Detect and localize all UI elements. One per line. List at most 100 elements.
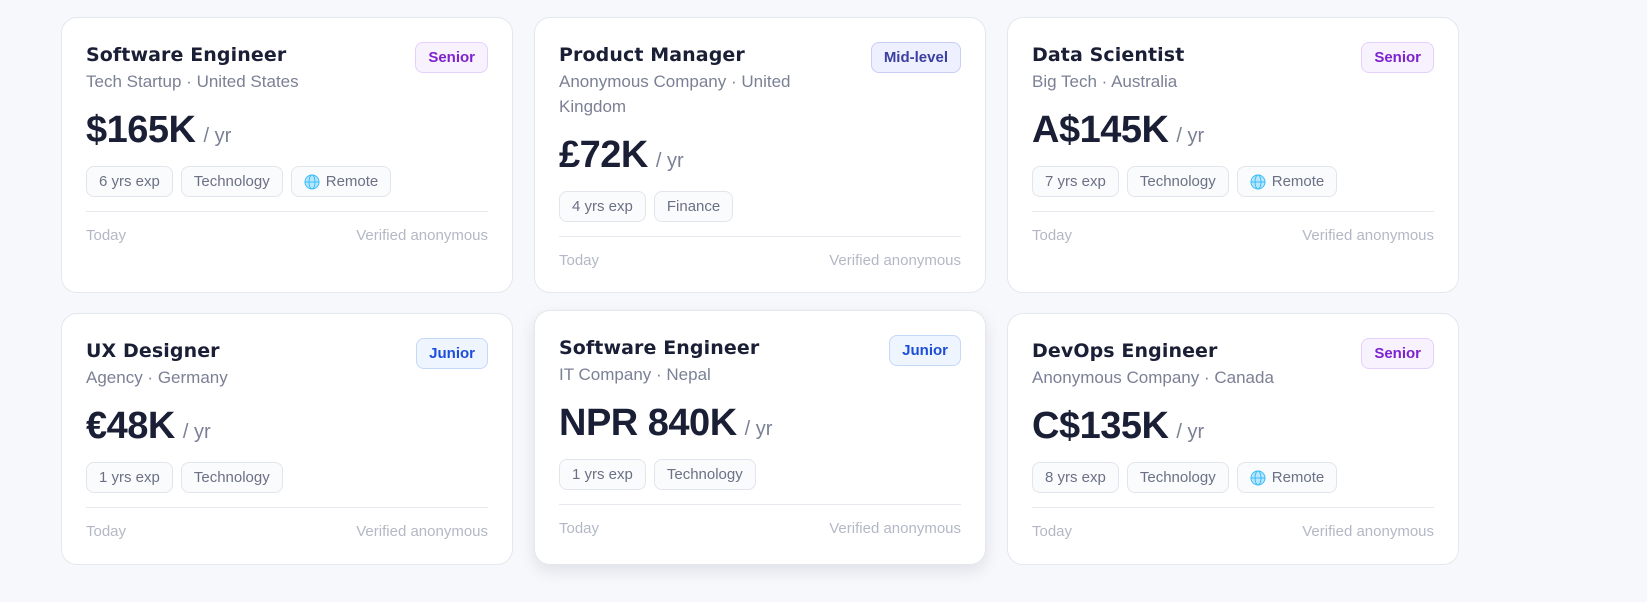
company-name: Agency xyxy=(86,368,143,387)
card-footer: Today Verified anonymous xyxy=(86,508,488,564)
location: Nepal xyxy=(666,365,711,384)
verified-label: Verified anonymous xyxy=(1302,227,1434,244)
tag-list: 6 yrs exp Technology Remote xyxy=(86,166,488,197)
globe-icon xyxy=(1250,470,1266,485)
card-footer: Today Verified anonymous xyxy=(86,212,488,291)
salary-row: C$135K / yr xyxy=(1032,404,1434,448)
experience-tag: 1 yrs exp xyxy=(559,459,646,490)
salary-card[interactable]: UX Designer Agency · Germany Junior €48K… xyxy=(61,313,513,565)
posted-date: Today xyxy=(1032,523,1073,540)
level-badge: Junior xyxy=(416,338,488,369)
experience-tag: 7 yrs exp xyxy=(1032,166,1119,197)
salary-card-hovered[interactable]: Software Engineer IT Company · Nepal Jun… xyxy=(534,310,986,565)
job-title: Data Scientist xyxy=(1032,44,1185,66)
remote-label: Remote xyxy=(1271,469,1325,486)
salary-grid: Software Engineer Tech Startup · United … xyxy=(61,17,1459,565)
industry-tag: Finance xyxy=(653,191,734,222)
remote-tag: Remote xyxy=(1236,166,1338,197)
globe-icon xyxy=(1250,174,1266,189)
salary-amount: $165K xyxy=(86,109,196,151)
salary-period: / yr xyxy=(203,125,232,147)
industry-tag: Technology xyxy=(653,459,756,490)
tag-list: 1 yrs exp Technology xyxy=(559,459,961,490)
remote-label: Remote xyxy=(1271,173,1325,190)
globe-icon xyxy=(304,174,320,189)
company-location: Big Tech · Australia xyxy=(1032,72,1178,91)
remote-tag: Remote xyxy=(1236,462,1338,493)
salary-row: $165K / yr xyxy=(86,108,488,152)
card-heading: Software Engineer IT Company · Nepal xyxy=(559,335,759,387)
card-footer: Today Verified anonymous xyxy=(559,237,961,292)
job-title: UX Designer xyxy=(86,340,220,362)
salary-period: / yr xyxy=(1176,421,1205,443)
card-heading: Data Scientist Big Tech · Australia xyxy=(1032,42,1184,94)
verified-label: Verified anonymous xyxy=(829,520,961,537)
job-title: Software Engineer xyxy=(559,337,760,359)
level-badge: Senior xyxy=(1361,338,1434,369)
card-header: DevOps Engineer Anonymous Company · Cana… xyxy=(1032,338,1434,390)
level-badge: Junior xyxy=(889,335,961,366)
location: Canada xyxy=(1214,368,1274,387)
company-name: Tech Startup xyxy=(86,72,182,91)
posted-date: Today xyxy=(559,252,600,269)
salary-period: / yr xyxy=(182,421,211,443)
company-location: IT Company · Nepal xyxy=(559,365,711,384)
company-location: Anonymous Company · Canada xyxy=(1032,368,1274,387)
tag-list: 4 yrs exp Finance xyxy=(559,191,961,222)
location: Germany xyxy=(157,368,228,387)
card-header: Software Engineer Tech Startup · United … xyxy=(86,42,488,94)
card-header: Data Scientist Big Tech · Australia Seni… xyxy=(1032,42,1434,94)
verified-label: Verified anonymous xyxy=(829,252,961,269)
level-badge: Senior xyxy=(415,42,488,73)
card-header: UX Designer Agency · Germany Junior xyxy=(86,338,488,390)
card-footer: Today Verified anonymous xyxy=(1032,212,1434,291)
verified-label: Verified anonymous xyxy=(356,227,488,244)
salary-row: £72K / yr xyxy=(559,133,961,177)
remote-label: Remote xyxy=(325,173,379,190)
card-heading: Software Engineer Tech Startup · United … xyxy=(86,42,299,94)
level-badge: Senior xyxy=(1361,42,1434,73)
salary-card[interactable]: Software Engineer Tech Startup · United … xyxy=(61,17,513,293)
salary-period: / yr xyxy=(655,150,684,172)
tag-list: 8 yrs exp Technology Remote xyxy=(1032,462,1434,493)
tag-list: 7 yrs exp Technology Remote xyxy=(1032,166,1434,197)
location: United States xyxy=(196,72,299,91)
salary-row: NPR 840K / yr xyxy=(559,401,961,445)
posted-date: Today xyxy=(86,227,127,244)
verified-label: Verified anonymous xyxy=(1302,523,1434,540)
job-title: DevOps Engineer xyxy=(1032,340,1218,362)
industry-tag: Technology xyxy=(1126,166,1229,197)
salary-amount: C$135K xyxy=(1032,405,1169,447)
card-heading: UX Designer Agency · Germany xyxy=(86,338,228,390)
verified-label: Verified anonymous xyxy=(356,523,488,540)
company-name: Anonymous Company xyxy=(559,72,727,91)
experience-tag: 1 yrs exp xyxy=(86,462,173,493)
salary-period: / yr xyxy=(744,418,773,440)
salary-card[interactable]: DevOps Engineer Anonymous Company · Cana… xyxy=(1007,313,1459,565)
salary-amount: €48K xyxy=(86,405,175,447)
industry-tag: Technology xyxy=(1126,462,1229,493)
posted-date: Today xyxy=(1032,227,1073,244)
salary-card[interactable]: Product Manager Anonymous Company · Unit… xyxy=(534,17,986,293)
level-badge: Mid-level xyxy=(870,42,961,73)
location: Australia xyxy=(1111,72,1178,91)
posted-date: Today xyxy=(559,520,600,537)
company-name: Big Tech xyxy=(1032,72,1097,91)
card-footer: Today Verified anonymous xyxy=(559,505,961,561)
tag-list: 1 yrs exp Technology xyxy=(86,462,488,493)
card-footer: Today Verified anonymous xyxy=(1032,508,1434,564)
salary-amount: A$145K xyxy=(1032,109,1169,151)
remote-tag: Remote xyxy=(290,166,392,197)
experience-tag: 4 yrs exp xyxy=(559,191,646,222)
posted-date: Today xyxy=(86,523,127,540)
company-location: Anonymous Company · United Kingdom xyxy=(559,72,791,116)
card-header: Software Engineer IT Company · Nepal Jun… xyxy=(559,335,961,387)
salary-card[interactable]: Data Scientist Big Tech · Australia Seni… xyxy=(1007,17,1459,293)
industry-tag: Technology xyxy=(180,166,283,197)
company-location: Agency · Germany xyxy=(86,368,228,387)
experience-tag: 6 yrs exp xyxy=(86,166,173,197)
company-location: Tech Startup · United States xyxy=(86,72,299,91)
salary-row: A$145K / yr xyxy=(1032,108,1434,152)
company-name: Anonymous Company xyxy=(1032,368,1200,387)
salary-amount: NPR 840K xyxy=(559,402,737,444)
